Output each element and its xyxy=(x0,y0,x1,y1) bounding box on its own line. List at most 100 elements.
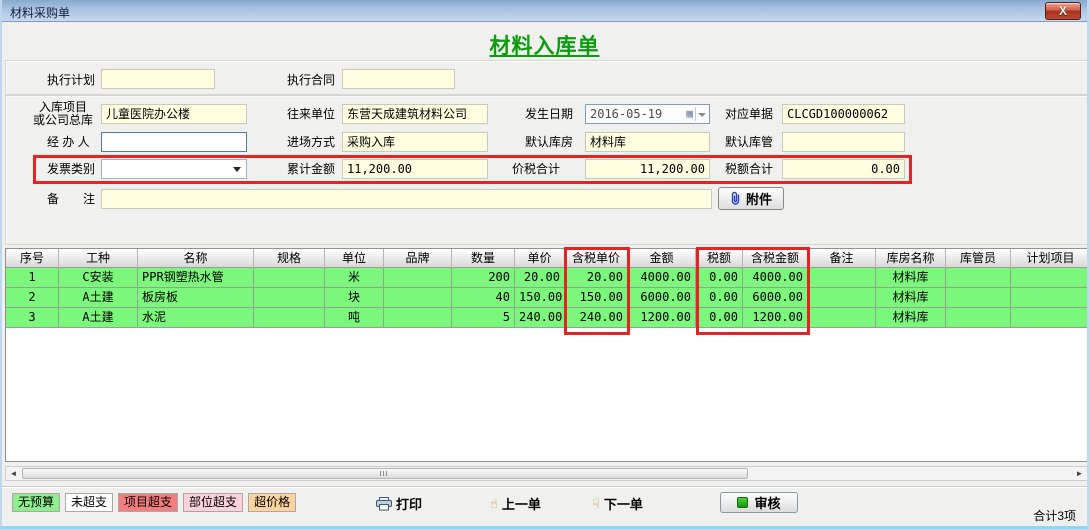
table-cell[interactable]: 6000.00 xyxy=(743,288,808,308)
next-order-button[interactable]: ☟ 下一单 xyxy=(592,494,643,513)
table-cell[interactable]: 材料库 xyxy=(876,268,946,288)
table-cell[interactable]: 200 xyxy=(452,268,515,288)
table-cell[interactable]: 150.00 xyxy=(515,288,565,308)
scrollbar-thumb[interactable] xyxy=(22,468,748,479)
doc-input[interactable]: CLCGD100000062 xyxy=(782,104,905,124)
table-cell[interactable]: 0.00 xyxy=(696,268,743,288)
handler-input[interactable] xyxy=(101,132,247,152)
green-square-icon xyxy=(737,497,748,508)
table-row[interactable]: 2A土建板房板块40150.00150.006000.000.006000.00… xyxy=(6,288,1087,308)
table-cell[interactable] xyxy=(946,308,1011,328)
table-cell[interactable] xyxy=(254,268,325,288)
table-cell[interactable]: 1200.00 xyxy=(743,308,808,328)
table-cell[interactable]: A土建 xyxy=(59,308,138,328)
table-cell[interactable] xyxy=(946,268,1011,288)
column-header: 品牌 xyxy=(384,249,452,268)
table-cell[interactable] xyxy=(1011,308,1088,328)
keeper-input[interactable] xyxy=(782,132,905,152)
invoice-type-select[interactable] xyxy=(101,159,247,179)
table-cell[interactable]: 材料库 xyxy=(876,288,946,308)
chevron-down-icon xyxy=(233,167,241,172)
table-row[interactable]: 3A土建水泥吨5240.00240.001200.000.001200.00材料… xyxy=(6,308,1087,328)
table-cell[interactable]: 240.00 xyxy=(515,308,565,328)
cumulative-input[interactable]: 11,200.00 xyxy=(342,159,488,179)
exec-plan-input[interactable] xyxy=(101,69,215,89)
table-cell[interactable]: 1 xyxy=(6,268,59,288)
table-cell[interactable] xyxy=(808,308,876,328)
project-input[interactable]: 儿童医院办公楼 xyxy=(101,104,247,124)
table-cell[interactable] xyxy=(254,288,325,308)
printer-icon xyxy=(376,497,392,511)
attachment-button[interactable]: 附件 xyxy=(718,187,784,210)
audit-label: 审核 xyxy=(754,493,780,512)
table-cell[interactable]: 20.00 xyxy=(565,268,628,288)
table-cell[interactable] xyxy=(384,268,452,288)
column-header: 含税单价 xyxy=(565,249,628,268)
table-cell[interactable] xyxy=(946,288,1011,308)
table-cell[interactable]: 5 xyxy=(452,308,515,328)
counterparty-input[interactable]: 东营天成建筑材料公司 xyxy=(342,104,488,124)
table-row[interactable]: 1C安装PPR钢塑热水管米20020.0020.004000.000.00400… xyxy=(6,268,1087,288)
column-header: 序号 xyxy=(6,249,59,268)
chevron-down-icon[interactable] xyxy=(698,113,706,117)
horizontal-scrollbar[interactable]: ◄ ► xyxy=(5,466,1088,481)
table-cell[interactable] xyxy=(1011,288,1088,308)
price-tax-total-input[interactable]: 11,200.00 xyxy=(585,159,710,179)
table-cell[interactable] xyxy=(254,308,325,328)
table-cell[interactable]: 板房板 xyxy=(138,288,254,308)
table-cell[interactable] xyxy=(808,268,876,288)
date-picker[interactable]: 2016-05-19 ▦ xyxy=(585,104,710,124)
scroll-left-arrow[interactable]: ◄ xyxy=(6,467,21,480)
remark-input[interactable] xyxy=(101,189,712,209)
scroll-right-arrow[interactable]: ► xyxy=(1072,467,1087,480)
table-cell[interactable]: 块 xyxy=(325,288,384,308)
table-cell[interactable]: A土建 xyxy=(59,288,138,308)
project-label: 入库项目 或公司总库 xyxy=(30,101,96,127)
table-cell[interactable]: 6000.00 xyxy=(628,288,696,308)
project-label-line2: 或公司总库 xyxy=(30,114,96,127)
table-cell[interactable]: 3 xyxy=(6,308,59,328)
table-cell[interactable]: 材料库 xyxy=(876,308,946,328)
status-legend: 无预算未超支项目超支部位超支超价格 xyxy=(12,493,296,512)
table-cell[interactable] xyxy=(384,288,452,308)
hand-up-icon: ☝ xyxy=(490,497,498,511)
table-cell[interactable]: 水泥 xyxy=(138,308,254,328)
close-button[interactable]: X xyxy=(1045,2,1081,20)
entry-mode-input[interactable]: 采购入库 xyxy=(342,132,488,152)
tax-total-input[interactable]: 0.00 xyxy=(782,159,905,179)
table-cell[interactable]: 40 xyxy=(452,288,515,308)
table-cell[interactable]: 米 xyxy=(325,268,384,288)
table-cell[interactable]: 0.00 xyxy=(696,308,743,328)
legend-item: 超价格 xyxy=(248,493,296,512)
table-cell[interactable]: 吨 xyxy=(325,308,384,328)
column-header: 名称 xyxy=(138,249,254,268)
print-button[interactable]: 打印 xyxy=(376,494,422,513)
invoice-type-label: 发票类别 xyxy=(47,163,95,176)
table-cell[interactable] xyxy=(384,308,452,328)
table-cell[interactable]: 0.00 xyxy=(696,288,743,308)
table-cell[interactable]: 4000.00 xyxy=(743,268,808,288)
table-cell[interactable]: PPR钢塑热水管 xyxy=(138,268,254,288)
grid-header: 序号工种名称规格单位品牌数量单价含税单价金额税额含税金额备注库房名称库管员计划项… xyxy=(6,249,1087,268)
table-cell[interactable] xyxy=(808,288,876,308)
statusbar-divider xyxy=(2,486,1087,488)
prev-order-button[interactable]: ☝ 上一单 xyxy=(490,494,541,513)
table-cell[interactable]: 4000.00 xyxy=(628,268,696,288)
warehouse-input[interactable]: 材料库 xyxy=(585,132,710,152)
legend-item: 无预算 xyxy=(12,493,60,512)
table-cell[interactable] xyxy=(1011,268,1088,288)
column-header: 金额 xyxy=(628,249,696,268)
exec-contract-input[interactable] xyxy=(342,69,455,89)
table-cell[interactable]: 240.00 xyxy=(565,308,628,328)
paperclip-icon xyxy=(730,191,741,206)
table-cell[interactable]: 1200.00 xyxy=(628,308,696,328)
column-header: 库管员 xyxy=(946,249,1011,268)
table-cell[interactable]: 2 xyxy=(6,288,59,308)
audit-button[interactable]: 审核 xyxy=(720,492,798,513)
exec-contract-label: 执行合同 xyxy=(287,74,335,87)
table-cell[interactable]: C安装 xyxy=(59,268,138,288)
legend-item: 部位超支 xyxy=(183,493,243,512)
table-cell[interactable]: 20.00 xyxy=(515,268,565,288)
attachment-label: 附件 xyxy=(746,189,772,208)
table-cell[interactable]: 150.00 xyxy=(565,288,628,308)
